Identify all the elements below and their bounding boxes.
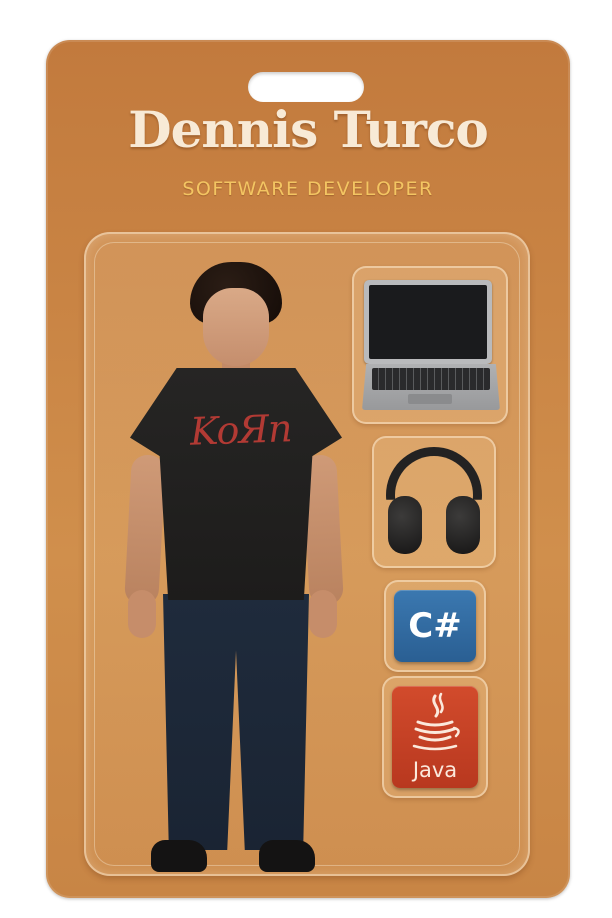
shirt-band-logo: KoЯn xyxy=(189,406,293,454)
csharp-label: C# xyxy=(408,606,462,646)
package-subtitle: SOFTWARE DEVELOPER xyxy=(182,178,434,200)
hang-hole xyxy=(248,72,364,102)
csharp-logo: C# xyxy=(394,590,476,662)
figure-right-shoe xyxy=(259,840,315,872)
figure-face xyxy=(203,288,269,366)
java-label: Java xyxy=(412,758,458,782)
figure-left-hand xyxy=(128,590,156,638)
headphones-right-cup xyxy=(446,496,480,554)
java-cup-icon xyxy=(412,692,460,751)
figure-left-shoe xyxy=(151,840,207,872)
headphones-left-cup xyxy=(388,496,422,554)
java-logo: Java xyxy=(392,686,478,788)
laptop-trackpad xyxy=(408,394,452,404)
laptop-keyboard xyxy=(372,368,490,390)
figure-right-hand xyxy=(309,590,337,638)
laptop-screen xyxy=(364,280,492,364)
package-title: Dennis Turco xyxy=(128,100,489,159)
